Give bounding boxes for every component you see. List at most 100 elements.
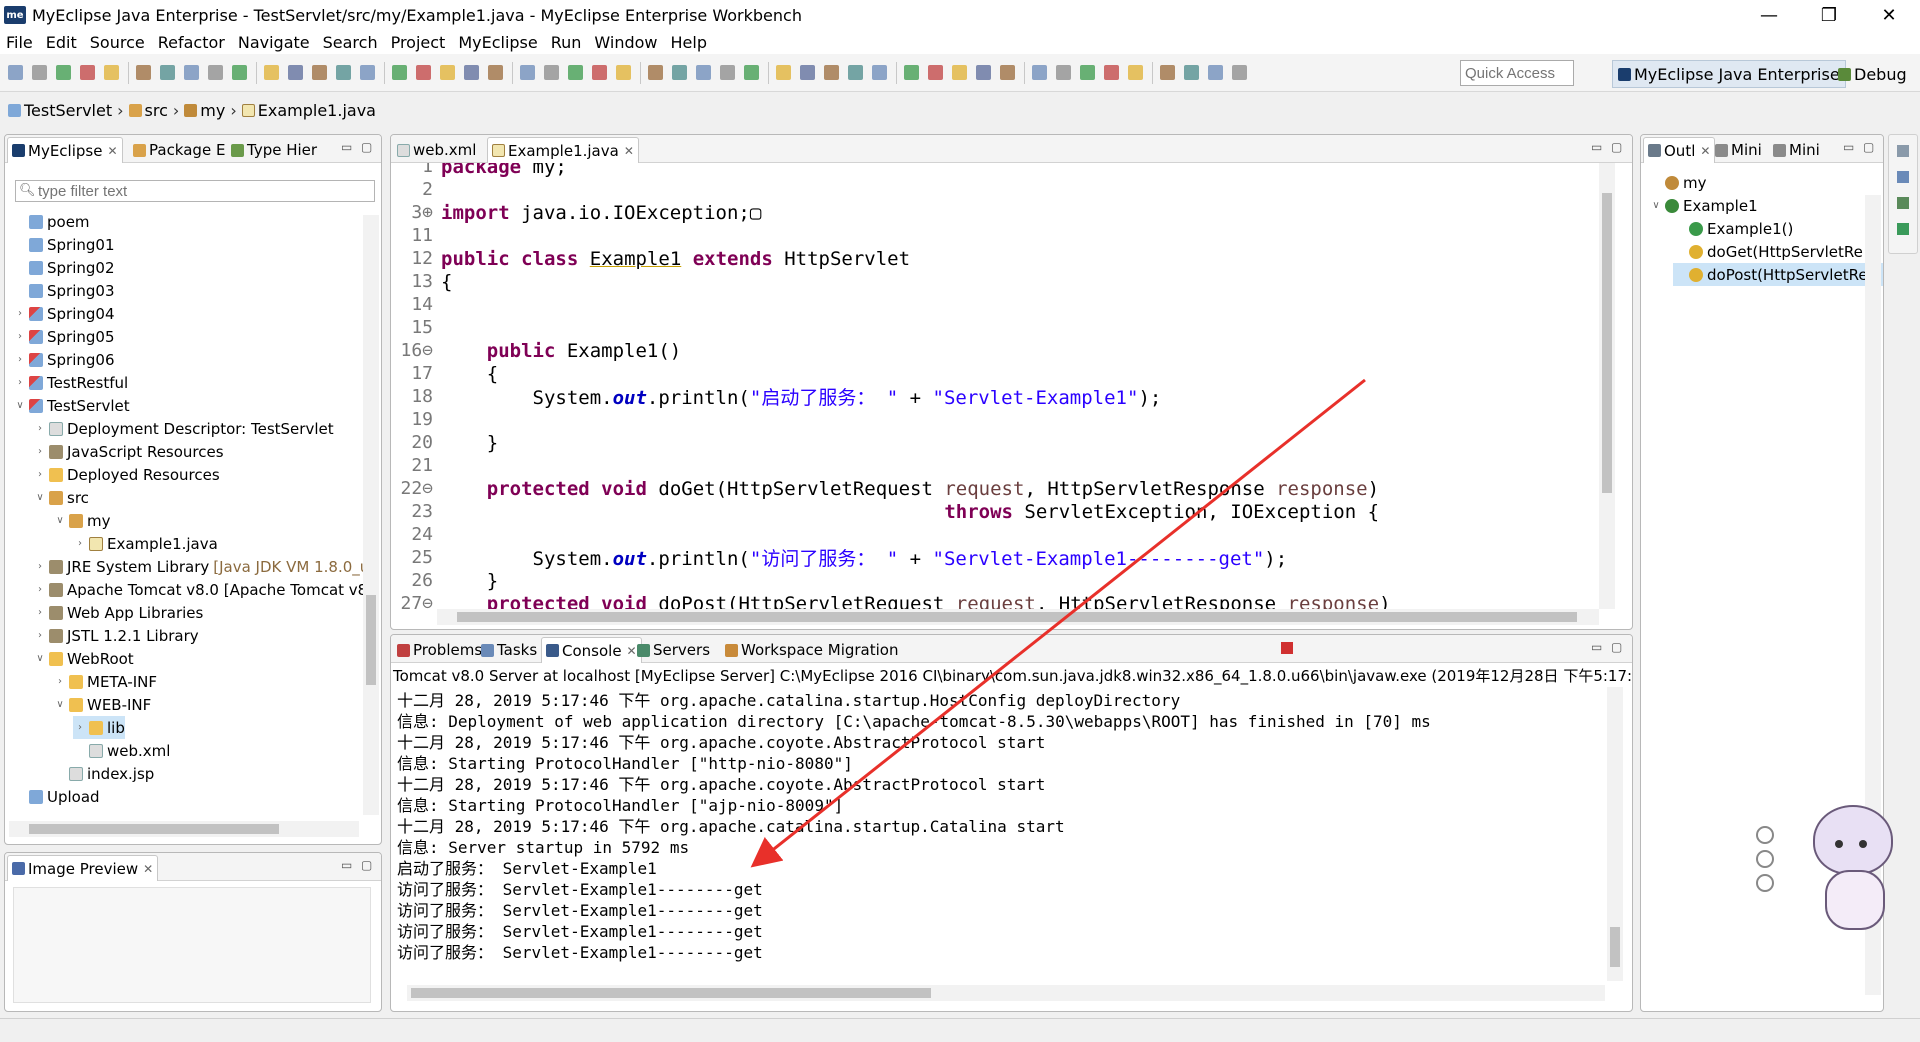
toolbar-button-icon[interactable] [8,65,23,80]
terminate-icon[interactable] [1281,642,1293,654]
toolbar-button-icon[interactable] [1160,65,1175,80]
code-line[interactable]: 3⊕ import java.io.IOException;▢ [391,201,1591,224]
toolbar-button-icon[interactable] [824,65,839,80]
tab-image-preview[interactable]: Image Preview ✕ [7,855,159,881]
chevron-right-icon[interactable]: › [33,584,47,595]
close-button[interactable]: ✕ [1860,0,1918,30]
maximize-view-icon[interactable]: ▢ [1611,140,1622,154]
tree-item[interactable]: › Spring05 [13,325,115,348]
tab-tasks[interactable]: Tasks [477,637,541,663]
maximize-button[interactable]: ❐ [1800,0,1858,30]
chevron-right-icon[interactable]: › [33,469,47,480]
code-line[interactable]: 14 [391,293,1591,316]
add-icon[interactable] [1897,223,1909,235]
tab-console[interactable]: Console ✕ [541,637,642,663]
code-line[interactable]: 15 [391,316,1591,339]
toolbar-button-icon[interactable] [264,65,279,80]
toolbar-button-icon[interactable] [488,65,503,80]
tab-servers[interactable]: Servers [633,637,714,663]
tree-item[interactable]: Upload [13,785,100,808]
filter-input[interactable] [15,180,375,202]
chevron-right-icon[interactable]: › [13,377,27,388]
toolbar-button-icon[interactable] [800,65,815,80]
toolbar-button-icon[interactable] [464,65,479,80]
menu-window[interactable]: Window [594,33,657,52]
tree-item[interactable]: Spring01 [13,233,115,256]
code-line[interactable]: 25 System.out.println("访问了服务： " + "Servl… [391,546,1591,570]
chevron-right-icon[interactable]: › [33,446,47,457]
toolbar-button-icon[interactable] [136,65,151,80]
outline-item[interactable]: doGet(HttpServletRe [1673,240,1883,263]
tree-item[interactable]: poem [13,210,90,233]
toolbar-button-icon[interactable] [1080,65,1095,80]
code-line[interactable]: 22⊖ protected void doGet(HttpServletRequ… [391,477,1591,500]
console-vertical-scrollbar[interactable] [1607,687,1623,981]
chevron-right-icon[interactable]: › [53,676,67,687]
tree-item[interactable]: ∨ TestServlet [13,394,129,417]
minimize-view-icon[interactable]: ▭ [341,140,352,154]
code-line[interactable]: 19 [391,408,1591,431]
code-line[interactable]: 13 { [391,270,1591,293]
breadcrumb-package[interactable]: my [200,101,225,120]
editor-vertical-scrollbar[interactable] [1599,163,1615,609]
maximize-view-icon[interactable]: ▢ [1863,140,1874,154]
menu-myeclipse[interactable]: MyEclipse [458,33,537,52]
toolbar-button-icon[interactable] [520,65,535,80]
console-output[interactable]: 十二月 28, 2019 5:17:46 下午 org.apache.catal… [391,687,1607,981]
breadcrumb-file[interactable]: Example1.java [258,101,376,120]
close-icon[interactable]: ✕ [624,144,634,158]
tab-package-explorer[interactable]: Package E [129,137,229,163]
toolbar-button-icon[interactable] [56,65,71,80]
close-icon[interactable]: ✕ [143,862,153,876]
menu-refactor[interactable]: Refactor [158,33,225,52]
toolbar-button-icon[interactable] [568,65,583,80]
toolbar-button-icon[interactable] [1104,65,1119,80]
tree-item[interactable]: Spring03 [13,279,115,302]
minimize-button[interactable]: — [1740,0,1798,30]
menu-navigate[interactable]: Navigate [238,33,310,52]
toolbar-button-icon[interactable] [160,65,175,80]
tree-item[interactable]: › lib [73,716,125,739]
toolbar-button-icon[interactable] [544,65,559,80]
toolbar-button-icon[interactable] [32,65,47,80]
toolbar-button-icon[interactable] [976,65,991,80]
tree-item[interactable]: ∨ WebRoot [33,647,133,670]
minimize-view-icon[interactable]: ▭ [1591,640,1602,654]
tree-horizontal-scrollbar[interactable] [9,821,359,837]
tab-minimap-2[interactable]: Mini [1769,137,1824,163]
toolbar-button-icon[interactable] [232,65,247,80]
code-line[interactable]: 2 [391,178,1591,201]
code-line[interactable]: 26 } [391,569,1591,592]
console-horizontal-scrollbar[interactable] [407,985,1605,1001]
chevron-down-icon[interactable]: ∨ [1649,200,1663,211]
tree-item[interactable]: › Spring04 [13,302,115,325]
chevron-right-icon[interactable]: › [33,630,47,641]
outline-item[interactable]: ∨ Example1 [1649,194,1869,217]
gear-icon[interactable] [1897,197,1909,209]
maximize-view-icon[interactable]: ▢ [1611,640,1622,654]
close-icon[interactable]: ✕ [107,144,117,158]
tree-item[interactable]: ∨ my [53,509,110,532]
chevron-right-icon[interactable]: › [13,308,27,319]
toolbar-button-icon[interactable] [672,65,687,80]
tab-web-xml[interactable]: web.xml [393,137,480,163]
toolbar-button-icon[interactable] [696,65,711,80]
tab-outline[interactable]: Outl ✕ [1643,137,1716,163]
chevron-right-icon[interactable]: › [33,423,47,434]
close-icon[interactable]: ✕ [1700,144,1710,158]
toolbar-button-icon[interactable] [440,65,455,80]
code-editor[interactable]: 1 package my; 2 3⊕ import java.io.IOExceptio… [391,163,1601,609]
tree-item[interactable]: Spring02 [13,256,115,279]
menu-edit[interactable]: Edit [46,33,77,52]
tab-minimap[interactable]: Mini [1711,137,1766,163]
toolbar-button-icon[interactable] [336,65,351,80]
tree-vertical-scrollbar[interactable] [363,215,379,815]
tree-item[interactable]: › META-INF [53,670,157,693]
code-line[interactable]: 1 package my; [391,163,1591,178]
breadcrumb-src[interactable]: src [145,101,168,120]
code-line[interactable]: 18 System.out.println("启动了服务： " + "Servl… [391,385,1591,409]
toolbar-button-icon[interactable] [616,65,631,80]
quick-access-input[interactable] [1460,60,1574,86]
toolbar-button-icon[interactable] [1032,65,1047,80]
code-line[interactable]: 16⊖ public Example1() [391,339,1591,362]
